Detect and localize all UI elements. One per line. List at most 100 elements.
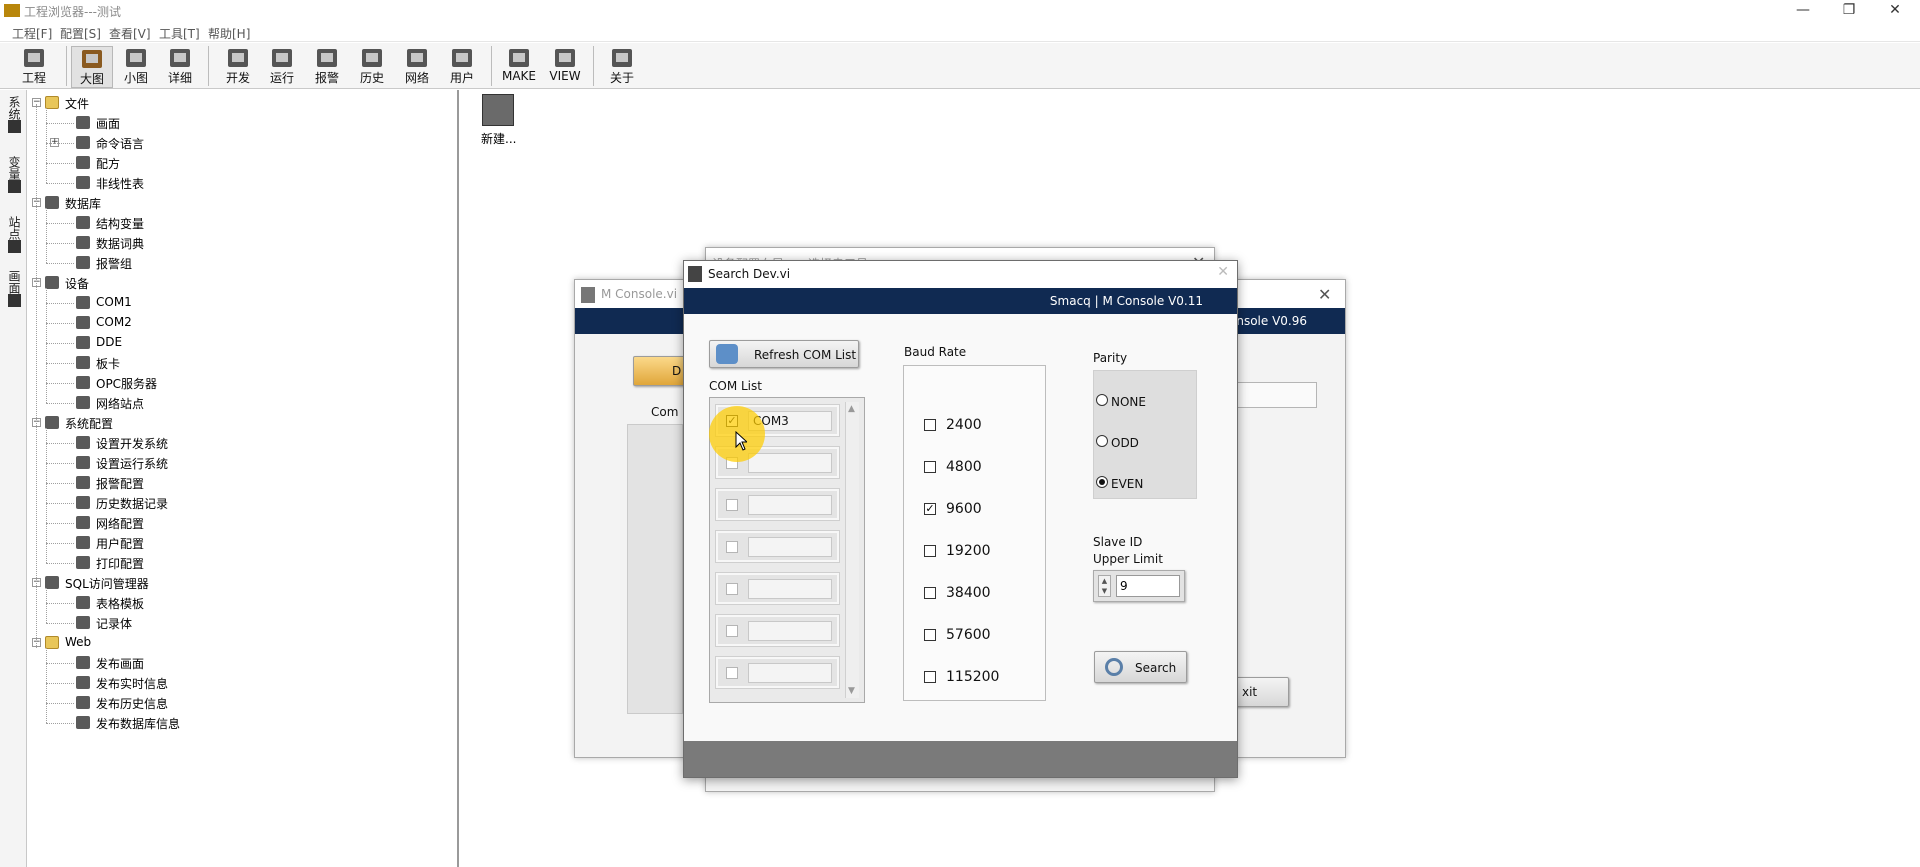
baud-rate-checkbox[interactable] bbox=[924, 587, 936, 599]
screen-tab-icon bbox=[7, 294, 21, 307]
restore-button[interactable]: ❐ bbox=[1826, 0, 1872, 22]
baud-rate-checkbox[interactable] bbox=[924, 671, 936, 683]
tab-screen[interactable]: 画面 bbox=[3, 270, 23, 310]
toolbar-detail-button[interactable]: 详细 bbox=[159, 46, 201, 88]
com-checkbox[interactable] bbox=[726, 625, 738, 637]
toolbar-network-button[interactable]: 网络 bbox=[396, 46, 438, 88]
tree-connector bbox=[46, 123, 74, 124]
tree-connector bbox=[46, 323, 74, 324]
parity-radio-none[interactable] bbox=[1096, 394, 1108, 406]
stepper-arrows-icon[interactable]: ▲ ▼ bbox=[1098, 575, 1111, 597]
toolbar-small-icon-button[interactable]: 小图 bbox=[115, 46, 157, 88]
scroll-up-icon[interactable]: ▲ bbox=[848, 404, 855, 414]
com-port-field bbox=[748, 663, 832, 683]
dialog-status-bar bbox=[684, 741, 1237, 777]
baud-rate-label: Baud Rate bbox=[904, 345, 967, 359]
slave-id-label: Slave ID bbox=[1093, 535, 1143, 549]
console-window-icon bbox=[581, 287, 595, 303]
menu-config[interactable]: 配置[S] bbox=[60, 25, 101, 42]
tree-connector bbox=[46, 143, 74, 144]
node-icon bbox=[76, 596, 90, 609]
com-list-item[interactable] bbox=[715, 614, 840, 647]
tree-connector bbox=[46, 603, 74, 604]
node-icon bbox=[76, 216, 90, 229]
node-icon bbox=[76, 176, 90, 189]
console-close-icon[interactable]: ✕ bbox=[1318, 285, 1331, 304]
baud-rate-checkbox[interactable] bbox=[924, 545, 936, 557]
node-icon bbox=[76, 696, 90, 709]
tree-connector bbox=[46, 723, 74, 724]
menu-bar: 工程[F] 配置[S] 查看[V] 工具[T] 帮助[H] bbox=[0, 22, 1920, 42]
window-title: 工程浏览器---测试 bbox=[24, 5, 121, 19]
tree-connector bbox=[36, 104, 37, 648]
toolbar-alarm-button[interactable]: 报警 bbox=[306, 46, 348, 88]
history-icon bbox=[362, 49, 382, 67]
dialog-title: Search Dev.vi bbox=[708, 267, 791, 281]
toolbar-make-button[interactable]: MAKE bbox=[498, 46, 540, 88]
develop-icon bbox=[228, 49, 248, 67]
tree-connector bbox=[46, 648, 47, 723]
dialog-close-icon[interactable]: ✕ bbox=[1217, 264, 1229, 280]
com-checkbox[interactable] bbox=[726, 499, 738, 511]
tree-connector bbox=[46, 588, 47, 623]
com-checkbox[interactable] bbox=[726, 541, 738, 553]
toolbar: 工程 大图 小图 详细 开发 运行 报警 历史 网络 用户 MAKE VIEW … bbox=[0, 43, 1920, 89]
project-icon bbox=[24, 49, 44, 67]
search-button[interactable]: Search bbox=[1094, 651, 1187, 683]
toolbar-about-button[interactable]: 关于 bbox=[601, 46, 643, 88]
baud-rate-checkbox[interactable]: ✓ bbox=[924, 503, 936, 515]
baud-rate-label-9600: 9600 bbox=[946, 501, 982, 517]
com-list-item[interactable] bbox=[715, 530, 840, 563]
console-field[interactable] bbox=[1237, 382, 1317, 408]
com-checkbox[interactable] bbox=[726, 583, 738, 595]
minimize-button[interactable]: — bbox=[1780, 0, 1826, 22]
menu-project[interactable]: 工程[F] bbox=[12, 25, 52, 42]
tree-connector bbox=[46, 563, 74, 564]
parity-radio-even[interactable] bbox=[1096, 476, 1108, 488]
menu-tools[interactable]: 工具[T] bbox=[159, 25, 200, 42]
com-list-item[interactable] bbox=[715, 572, 840, 605]
parity-radio-odd[interactable] bbox=[1096, 435, 1108, 447]
com-list-item[interactable] bbox=[715, 656, 840, 689]
toolbar-user-button[interactable]: 用户 bbox=[441, 46, 483, 88]
tree-connector bbox=[46, 223, 74, 224]
tree-connector bbox=[46, 343, 74, 344]
console-exit-button[interactable]: xit bbox=[1231, 677, 1289, 707]
node-icon bbox=[76, 116, 90, 129]
refresh-com-list-button[interactable]: Refresh COM List bbox=[709, 340, 859, 368]
tab-system[interactable]: 系统 bbox=[3, 96, 23, 136]
toolbar-history-button[interactable]: 历史 bbox=[351, 46, 393, 88]
node-icon bbox=[45, 196, 59, 209]
toolbar-project-button[interactable]: 工程 bbox=[13, 46, 55, 88]
baud-rate-checkbox[interactable] bbox=[924, 419, 936, 431]
slave-limit-value[interactable]: 9 bbox=[1116, 575, 1180, 597]
com-checkbox[interactable] bbox=[726, 667, 738, 679]
view-icon bbox=[555, 49, 575, 67]
toolbar-develop-button[interactable]: 开发 bbox=[217, 46, 259, 88]
com-port-field bbox=[748, 453, 832, 473]
toolbar-large-icon-button[interactable]: 大图 bbox=[71, 46, 113, 88]
menu-help[interactable]: 帮助[H] bbox=[208, 25, 250, 42]
toolbar-view-button[interactable]: VIEW bbox=[544, 46, 586, 88]
tab-station[interactable]: 站点 bbox=[3, 216, 23, 256]
com-list-scrollbar[interactable]: ▲ ▼ bbox=[845, 402, 859, 698]
tree-connector bbox=[46, 208, 47, 263]
com-list-item[interactable] bbox=[715, 488, 840, 521]
new-screen-icon[interactable] bbox=[482, 94, 514, 126]
com-list-label: COM List bbox=[709, 379, 762, 393]
dialog-banner: Smacq | M Console V0.11 bbox=[684, 288, 1237, 314]
baud-rate-label-2400: 2400 bbox=[946, 417, 982, 433]
small-icon-icon bbox=[126, 49, 146, 67]
baud-rate-label-115200: 115200 bbox=[946, 669, 1000, 685]
slave-limit-stepper[interactable]: ▲ ▼ 9 bbox=[1093, 570, 1185, 602]
scroll-down-icon[interactable]: ▼ bbox=[848, 686, 855, 696]
close-button[interactable]: ✕ bbox=[1872, 0, 1918, 22]
baud-rate-checkbox[interactable] bbox=[924, 461, 936, 473]
tree-connector bbox=[46, 703, 74, 704]
tab-variable[interactable]: 变量 bbox=[3, 156, 23, 196]
menu-view[interactable]: 查看[V] bbox=[109, 25, 151, 42]
node-icon bbox=[76, 156, 90, 169]
toolbar-run-button[interactable]: 运行 bbox=[261, 46, 303, 88]
baud-rate-checkbox[interactable] bbox=[924, 629, 936, 641]
project-tree: − 文件 画面 + 命令语言 配方 非线性表 − 数据库 结构变量 数据词典 报警组 − 设备 COM1 CO… bbox=[28, 90, 459, 867]
